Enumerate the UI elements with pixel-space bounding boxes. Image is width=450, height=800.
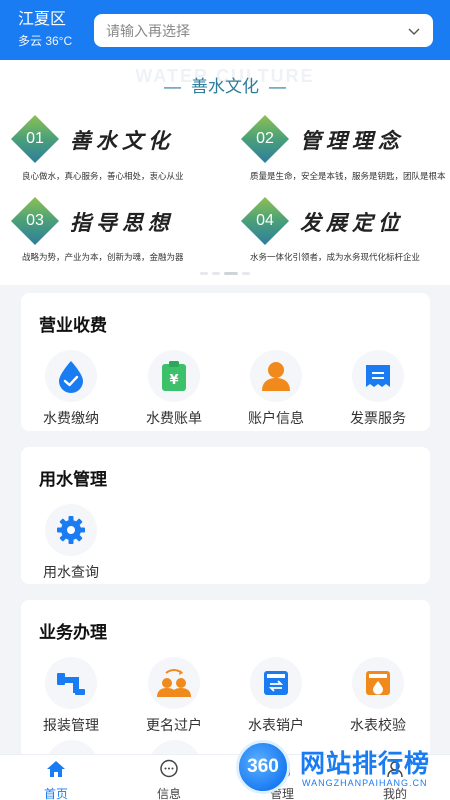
billing-card: 营业收费 水费缴纳 ¥ 水费账单 账户信息 发票服务: [21, 293, 430, 431]
invoice-service-button[interactable]: 发票服务: [328, 350, 428, 428]
item-label: 水表校验: [350, 717, 406, 733]
pillar-title: 指导思想: [70, 210, 174, 235]
name-transfer-button[interactable]: 更名过户: [124, 657, 224, 735]
installation-management-button[interactable]: 报装管理: [21, 657, 121, 735]
water-bill-button[interactable]: ¥ 水费账单: [124, 350, 224, 428]
section-title: 营业收费: [39, 316, 107, 335]
location-weather[interactable]: 江夏区 多云 36°C: [0, 10, 94, 50]
pillar-desc: 质量是生命，安全是本钱，服务是钥匙，团队是根本: [250, 171, 446, 181]
chevron-down-icon[interactable]: [407, 24, 421, 38]
meter-cancellation-button[interactable]: 水表销户: [226, 657, 326, 735]
city-label: 江夏区: [18, 11, 67, 28]
carousel-dot[interactable]: [242, 272, 250, 275]
culture-title-text: 善水文化: [191, 77, 259, 96]
nav-label: 首页: [43, 787, 68, 800]
pillar-number: 04: [256, 212, 274, 229]
water-usage-card: 用水管理 用水查询: [21, 447, 430, 584]
culture-pillar-2: 02 管理理念 质量是生命，安全是本钱，服务是钥匙，团队是根本: [240, 114, 450, 192]
pillar-title: 发展定位: [300, 210, 404, 235]
360-logo: 360: [236, 740, 290, 794]
nav-home[interactable]: 首页: [16, 759, 96, 800]
account-info-button[interactable]: 账户信息: [226, 350, 326, 428]
carousel-dots: [0, 272, 450, 276]
gear-icon: [57, 516, 85, 544]
meter-calibration-button[interactable]: 水表校验: [328, 657, 428, 735]
water-usage-query-button[interactable]: 用水查询: [21, 504, 121, 582]
culture-banner[interactable]: WATER CULTURE — 善水文化 — 01 善水文化 良心做水，真心服务，善…: [0, 60, 450, 285]
top-header: 江夏区 多云 36°C: [0, 0, 450, 60]
weather-label: 多云 36°C: [18, 34, 73, 48]
item-label: 发票服务: [350, 410, 406, 426]
watermark-domain: WANGZHANPAIHANG.CN: [302, 778, 428, 788]
item-label: 水费账单: [146, 410, 202, 426]
search-box[interactable]: [94, 14, 433, 47]
site-watermark: 360 网站排行榜 WANGZHANPAIHANG.CN: [236, 738, 450, 800]
message-icon: [160, 759, 178, 778]
pipe-icon: [57, 673, 85, 695]
item-label: 报装管理: [43, 717, 99, 733]
search-input[interactable]: [106, 22, 407, 39]
pillar-number: 02: [256, 130, 274, 147]
carousel-dot[interactable]: [200, 272, 208, 275]
bill-clipboard-icon: ¥: [162, 361, 186, 391]
home-icon: [47, 761, 65, 777]
transfer-users-icon: [157, 669, 191, 697]
item-label: 更名过户: [146, 717, 202, 733]
pillar-number: 03: [26, 212, 44, 229]
nav-messages[interactable]: 信息: [129, 759, 209, 800]
section-title: 用水管理: [39, 470, 107, 489]
pillar-desc: 战略为势，产业为本，创新为魂，金融为器: [22, 252, 184, 262]
item-label: 账户信息: [248, 410, 304, 426]
culture-pillar-1: 01 善水文化 良心做水，真心服务，善心相处，衷心从业: [10, 114, 224, 192]
pillar-desc: 良心做水，真心服务，善心相处，衷心从业: [22, 171, 184, 181]
user-account-icon: [262, 362, 290, 391]
nav-label: 信息: [156, 787, 181, 800]
meter-check-icon: [366, 671, 390, 695]
culture-title: — 善水文化 —: [164, 77, 286, 96]
meter-cancel-icon: [264, 671, 288, 695]
pillar-number: 01: [26, 130, 44, 147]
culture-pillar-3: 03 指导思想 战略为势，产业为本，创新为魂，金融为器: [10, 196, 224, 274]
carousel-dot[interactable]: [212, 272, 220, 275]
item-label: 用水查询: [43, 564, 99, 580]
watermark-brand: 网站排行榜: [300, 750, 431, 778]
water-drop-check-icon: [59, 361, 83, 393]
invoice-icon: [366, 365, 390, 387]
water-fee-payment-button[interactable]: 水费缴纳: [21, 350, 121, 428]
section-title: 业务办理: [39, 623, 107, 642]
svg-text:¥: ¥: [169, 373, 178, 388]
pillar-title: 善水文化: [70, 128, 174, 153]
culture-pillar-4: 04 发展定位 水务一体化引领者，成为水务现代化标杆企业: [240, 196, 450, 274]
carousel-dot-active[interactable]: [224, 272, 238, 275]
item-label: 水表销户: [248, 717, 304, 733]
pillar-title: 管理理念: [300, 128, 404, 153]
item-label: 水费缴纳: [43, 410, 99, 426]
pillar-desc: 水务一体化引领者，成为水务现代化标杆企业: [250, 252, 421, 262]
